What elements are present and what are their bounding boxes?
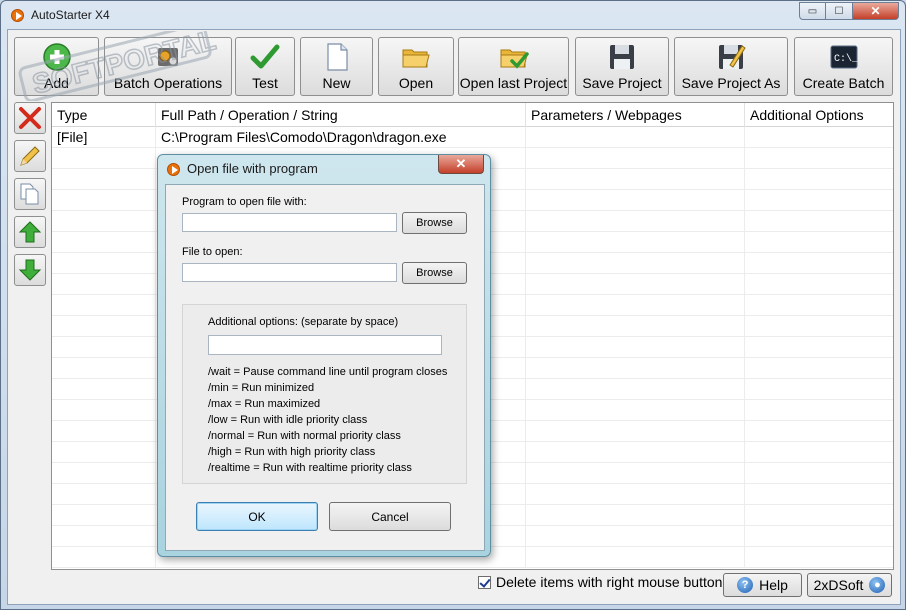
copy-icon	[20, 183, 39, 205]
delete-right-click-option[interactable]: Delete items with right mouse button?	[478, 574, 730, 590]
help-icon: ?	[737, 577, 754, 593]
ok-button[interactable]: OK	[196, 502, 318, 531]
options-input[interactable]	[208, 335, 442, 355]
brand-button[interactable]: 2xDSoft ●	[807, 573, 892, 597]
options-label: Additional options: (separate by space)	[208, 316, 399, 328]
test-label: Test	[252, 75, 278, 91]
move-down-icon	[18, 259, 42, 281]
option-help-line: /wait = Pause command line until program…	[208, 366, 448, 378]
move-up-button[interactable]	[14, 216, 46, 248]
add-label: Add	[44, 75, 69, 91]
save-project-as-button[interactable]: Save Project As	[674, 37, 788, 96]
new-document-icon	[326, 43, 348, 71]
delete-icon	[19, 107, 41, 129]
file-input[interactable]	[182, 263, 397, 282]
move-down-button[interactable]	[14, 254, 46, 286]
help-button[interactable]: ? Help	[723, 573, 802, 597]
command-prompt-icon: C:\_	[830, 45, 859, 69]
minimize-button[interactable]: ▭	[799, 2, 826, 20]
save-project-label: Save Project	[582, 75, 662, 91]
close-button[interactable]: ✕	[853, 2, 899, 20]
move-up-icon	[18, 221, 42, 243]
column-header-full-path[interactable]: Full Path / Operation / String	[156, 103, 526, 127]
grid-header: Type Full Path / Operation / String Para…	[52, 103, 893, 127]
cell-full-path: C:\Program Files\Comodo\Dragon\dragon.ex…	[156, 127, 526, 148]
cell-type: [File]	[52, 127, 156, 148]
checkmark-icon	[250, 44, 280, 69]
file-browse-button[interactable]: Browse	[402, 262, 467, 284]
folder-check-icon	[500, 49, 529, 69]
window-title: AutoStarter X4	[31, 8, 110, 22]
cell-additional-options	[745, 127, 893, 148]
help-label: Help	[759, 577, 788, 593]
add-icon	[42, 43, 71, 71]
column-header-type[interactable]: Type	[52, 103, 156, 127]
dialog-close-button[interactable]: ✕	[438, 155, 484, 174]
svg-text:C:\_: C:\_	[834, 53, 859, 65]
floppy-disk-icon	[610, 45, 634, 69]
cancel-button[interactable]: Cancel	[329, 502, 451, 531]
save-project-button[interactable]: Save Project	[575, 37, 669, 96]
folder-open-icon	[402, 49, 430, 68]
app-icon	[11, 9, 24, 22]
program-input[interactable]	[182, 213, 397, 232]
globe-icon: ●	[869, 577, 886, 593]
option-help-line: /max = Run maximized	[208, 398, 321, 410]
column-header-additional-options[interactable]: Additional Options	[745, 103, 893, 127]
test-button[interactable]: Test	[235, 37, 295, 96]
open-label: Open	[398, 75, 434, 91]
batch-operations-button[interactable]: Batch Operations	[104, 37, 232, 96]
open-last-project-button[interactable]: Open last Project	[458, 37, 569, 96]
edit-pencil-icon	[20, 146, 40, 166]
option-help-line: /low = Run with idle priority class	[208, 414, 368, 426]
delete-right-click-label: Delete items with right mouse button?	[496, 574, 731, 590]
dialog-body: Program to open file with: Browse File t…	[165, 184, 485, 551]
dialog-app-icon	[167, 163, 180, 176]
batch-operations-icon	[158, 48, 178, 66]
save-project-as-label: Save Project As	[681, 75, 781, 91]
option-help-line: /normal = Run with normal priority class	[208, 430, 401, 442]
additional-options-panel: Additional options: (separate by space) …	[182, 304, 467, 484]
open-file-dialog: Open file with program ✕ Program to open…	[157, 154, 491, 557]
open-last-project-label: Open last Project	[459, 75, 568, 91]
column-header-parameters[interactable]: Parameters / Webpages	[526, 103, 745, 127]
file-label: File to open:	[182, 246, 243, 258]
option-help-line: /realtime = Run with realtime priority c…	[208, 462, 412, 474]
program-label: Program to open file with:	[182, 196, 307, 208]
new-label: New	[322, 75, 351, 91]
new-button[interactable]: New	[300, 37, 373, 96]
open-button[interactable]: Open	[378, 37, 454, 96]
edit-button[interactable]	[14, 140, 46, 172]
cell-parameters	[526, 127, 745, 148]
title-bar: AutoStarter X4 ▭ ☐ ✕	[1, 1, 905, 29]
batch-operations-label: Batch Operations	[113, 75, 223, 91]
maximize-button[interactable]: ☐	[826, 2, 853, 20]
table-row[interactable]: [File] C:\Program Files\Comodo\Dragon\dr…	[52, 127, 893, 148]
main-window: AutoStarter X4 ▭ ☐ ✕ Add Batch Operation…	[0, 0, 906, 610]
option-help-line: /min = Run minimized	[208, 382, 315, 394]
floppy-disk-pencil-icon	[719, 45, 746, 69]
option-help-line: /high = Run with high priority class	[208, 446, 376, 458]
program-browse-button[interactable]: Browse	[402, 212, 467, 234]
brand-label: 2xDSoft	[813, 577, 864, 593]
delete-right-click-checkbox[interactable]	[478, 575, 491, 589]
add-button[interactable]: Add	[14, 37, 99, 96]
create-batch-label: Create Batch	[802, 75, 885, 91]
create-batch-button[interactable]: C:\_ Create Batch	[794, 37, 893, 96]
dialog-title: Open file with program	[187, 161, 318, 176]
copy-button[interactable]	[14, 178, 46, 210]
delete-button[interactable]	[14, 102, 46, 134]
